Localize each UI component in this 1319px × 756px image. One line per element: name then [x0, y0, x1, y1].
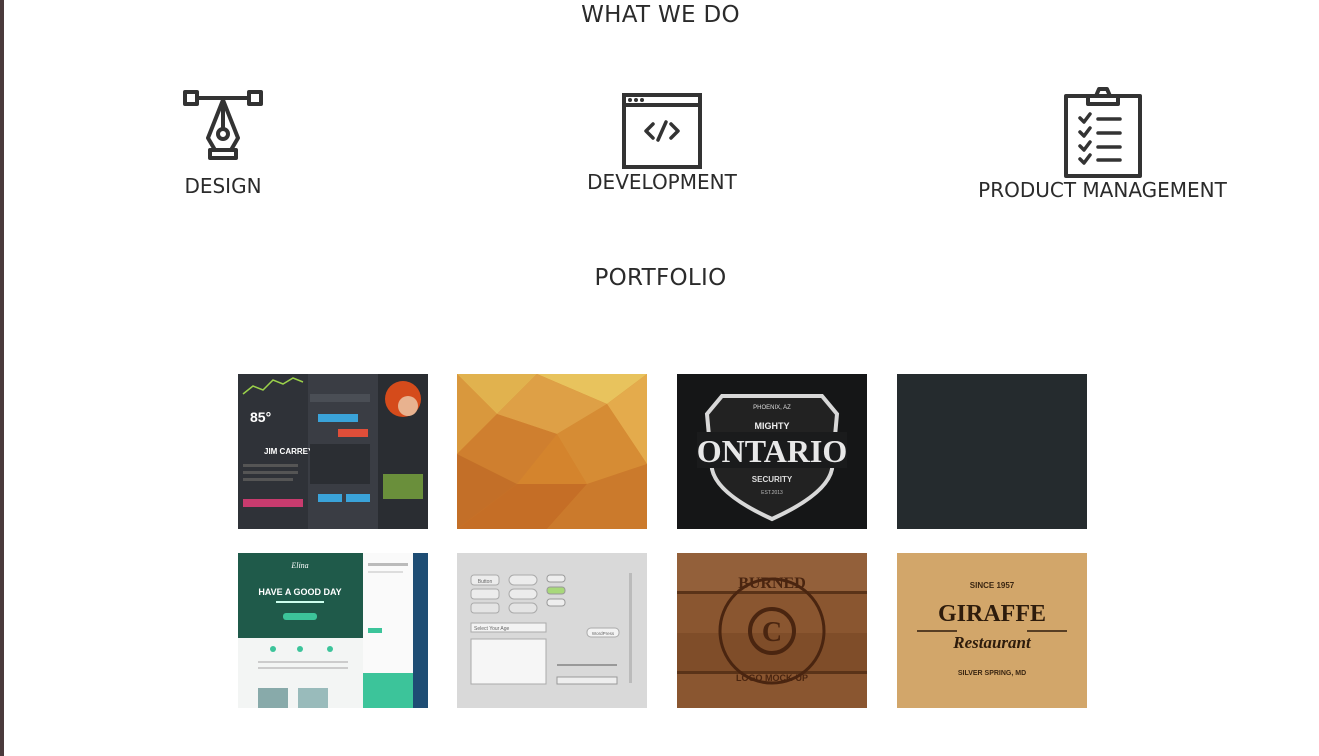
- portfolio-tile-giraffe-restaurant[interactable]: SINCE 1957 GIRAFFE Restaurant SILVER SPR…: [897, 553, 1087, 708]
- service-label-design: DESIGN: [184, 174, 262, 198]
- svg-text:MIGHTY: MIGHTY: [755, 421, 790, 431]
- portfolio-tile-dark-slate[interactable]: [897, 374, 1087, 529]
- svg-text:PHOENIX, AZ: PHOENIX, AZ: [753, 405, 791, 411]
- svg-text:BURNED: BURNED: [738, 575, 806, 592]
- portfolio-tile-email-template[interactable]: Elina HAVE A GOOD DAY: [238, 553, 428, 708]
- svg-text:HAVE A GOOD DAY: HAVE A GOOD DAY: [258, 587, 341, 597]
- svg-text:Select Your Age: Select Your Age: [474, 626, 510, 632]
- svg-text:WordPress: WordPress: [592, 631, 615, 636]
- service-development: DEVELOPMENT: [572, 90, 752, 194]
- svg-text:SECURITY: SECURITY: [752, 475, 793, 484]
- portfolio-heading: PORTFOLIO: [594, 265, 727, 291]
- svg-text:Restaurant: Restaurant: [952, 633, 1032, 652]
- portfolio-tile-orange-polygon[interactable]: [457, 374, 647, 529]
- svg-text:JIM CARREY: JIM CARREY: [264, 447, 314, 456]
- portfolio-tile-ui-elements[interactable]: Button Select Your Age WordPress: [457, 553, 647, 708]
- svg-text:Elina: Elina: [290, 561, 308, 570]
- service-label-product-management: PRODUCT MANAGEMENT: [978, 178, 1227, 202]
- what-we-do-heading: WHAT WE DO: [581, 2, 740, 28]
- portfolio-tile-dark-ui-kit[interactable]: 85° JIM CARREY: [238, 374, 428, 529]
- service-design: DESIGN: [163, 86, 283, 198]
- dark-ui-kit-image: 85° JIM CARREY: [238, 374, 428, 529]
- code-window-icon: [622, 93, 702, 169]
- svg-text:ONTARIO: ONTARIO: [697, 433, 848, 469]
- portfolio-tile-burned-logo[interactable]: BURNED C LOGO MOCK-UP: [677, 553, 867, 708]
- window-left-edge: [0, 0, 4, 756]
- svg-text:SINCE 1957: SINCE 1957: [970, 581, 1015, 590]
- portfolio-tile-ontario-security[interactable]: PHOENIX, AZ MIGHTY ONTARIO SECURITY EST.…: [677, 374, 867, 529]
- ontario-security-image: PHOENIX, AZ MIGHTY ONTARIO SECURITY EST.…: [677, 374, 867, 529]
- giraffe-restaurant-image: SINCE 1957 GIRAFFE Restaurant SILVER SPR…: [897, 553, 1087, 708]
- service-product-management: PRODUCT MANAGEMENT: [960, 84, 1245, 202]
- service-label-development: DEVELOPMENT: [587, 170, 737, 194]
- svg-text:EST.2013: EST.2013: [761, 490, 783, 496]
- ui-elements-image: Button Select Your Age WordPress: [457, 553, 647, 708]
- clipboard-checklist-icon: [1063, 87, 1142, 178]
- orange-polygon-image: [457, 374, 647, 529]
- svg-text:85°: 85°: [250, 409, 271, 425]
- svg-text:GIRAFFE: GIRAFFE: [938, 601, 1046, 627]
- svg-text:C: C: [762, 617, 782, 648]
- svg-text:Button: Button: [478, 579, 493, 585]
- burned-logo-image: BURNED C LOGO MOCK-UP: [677, 553, 867, 708]
- pen-tool-icon: [183, 90, 263, 160]
- svg-text:LOGO MOCK-UP: LOGO MOCK-UP: [736, 673, 808, 683]
- email-template-image: Elina HAVE A GOOD DAY: [238, 553, 428, 708]
- svg-text:SILVER SPRING, MD: SILVER SPRING, MD: [958, 670, 1026, 677]
